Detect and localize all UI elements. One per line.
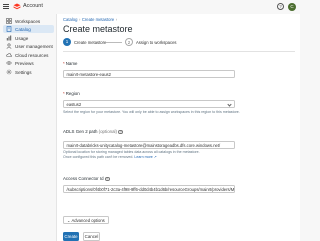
chevron-down-icon [227, 102, 232, 107]
advanced-options-button[interactable]: ⌄ Advanced options [63, 216, 109, 224]
info-icon[interactable]: ? [118, 129, 123, 135]
step-1-indicator: 1 [63, 38, 71, 46]
sidebar-item-previews[interactable]: Previews [3, 59, 54, 67]
cloud-icon [6, 53, 12, 57]
sidebar-item-workspaces[interactable]: Workspaces [3, 17, 54, 25]
main-content: Catalog › Create metastore › Create metasto… [56, 14, 300, 241]
users-icon [6, 43, 12, 49]
region-label: *Region [63, 91, 80, 96]
settings-icon [6, 69, 12, 75]
sidebar-item-usage[interactable]: Usage [3, 34, 54, 42]
divider [63, 51, 295, 52]
sidebar-item-label: User management [15, 43, 53, 49]
avatar[interactable]: C [288, 3, 296, 11]
region-select[interactable]: eastus2 [63, 100, 235, 108]
page-title: Create metastore [63, 24, 133, 34]
step-connector [106, 42, 122, 43]
sidebar-item-label: Settings [15, 69, 32, 75]
sidebar-item-cloud-resources[interactable]: Cloud resources [3, 51, 54, 59]
sidebar-item-settings[interactable]: Settings [3, 68, 54, 76]
region-hint: Select the region for your metastore. Yo… [63, 110, 240, 114]
sidebar-item-user-management[interactable]: User management [3, 42, 54, 50]
learn-more-link[interactable]: Learn more [134, 155, 152, 159]
sidebar-item-catalog[interactable]: Catalog [3, 25, 54, 33]
access-connector-input[interactable]: /subscriptions/0f4b0f71-2c3a-4f98-9ff6-d… [63, 185, 235, 193]
usage-icon [6, 35, 12, 41]
previews-icon [6, 61, 12, 65]
sidebar-item-label: Cloud resources [15, 52, 49, 58]
breadcrumb-catalog-link[interactable]: Catalog [63, 17, 77, 22]
region-select-value: eastus2 [66, 102, 82, 107]
sidebar-item-label: Catalog [15, 26, 31, 32]
top-bar: Account ? C [0, 0, 300, 14]
databricks-logo-icon [13, 3, 21, 10]
sidebar: Workspaces Catalog Usage User management… [0, 14, 56, 241]
account-label: Account [23, 3, 43, 9]
access-connector-label: Access Connector Id? [63, 176, 110, 182]
step-1-label: Create metastore [74, 40, 107, 45]
adls-label: ADLS Gen 2 path (optional)? [63, 129, 123, 135]
create-button[interactable]: Create [63, 232, 79, 241]
step-2-indicator: 2 [125, 38, 133, 46]
adls-path-input[interactable]: mainrt-databricks-unitycatalog-metastore… [63, 141, 235, 149]
workspaces-icon [6, 18, 12, 24]
breadcrumb-current[interactable]: Create metastore [82, 17, 114, 22]
info-icon[interactable]: ? [105, 176, 110, 182]
cancel-button[interactable]: Cancel [83, 232, 100, 241]
sidebar-item-label: Workspaces [15, 18, 41, 24]
step-2-label: Assign to workspaces [136, 40, 177, 45]
sidebar-item-label: Usage [15, 35, 29, 41]
name-input[interactable]: mainrt-metastore-eaus2 [63, 70, 235, 78]
catalog-icon [6, 26, 12, 32]
help-icon[interactable]: ? [277, 3, 284, 10]
adls-hint-warning: Once configured this path can't be remov… [63, 154, 157, 159]
breadcrumb: Catalog › Create metastore › [63, 17, 118, 22]
sidebar-item-label: Previews [15, 60, 34, 66]
menu-icon[interactable] [3, 4, 9, 9]
name-label: *Name [63, 61, 78, 66]
